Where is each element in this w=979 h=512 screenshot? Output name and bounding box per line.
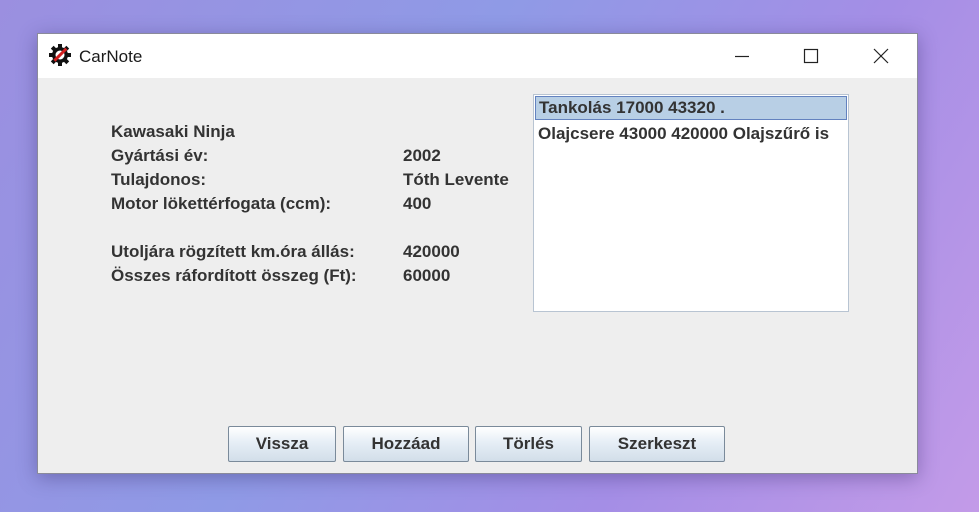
odometer-value: 420000 xyxy=(403,242,460,261)
close-button[interactable] xyxy=(858,34,904,78)
close-icon xyxy=(873,48,889,64)
owner-value: Tóth Levente xyxy=(403,170,509,189)
edit-button[interactable]: Szerkeszt xyxy=(589,426,725,462)
minimize-icon xyxy=(735,55,749,58)
app-window: CarNote Kawasaki Ninja Gyártási év: 2002… xyxy=(37,33,918,474)
maximize-button[interactable] xyxy=(788,34,834,78)
owner-label: Tulajdonos: xyxy=(111,170,207,189)
content-panel: Kawasaki Ninja Gyártási év: 2002 Tulajdo… xyxy=(38,78,917,473)
total-cost-value: 60000 xyxy=(403,266,451,285)
add-button[interactable]: Hozzáad xyxy=(343,426,469,462)
list-item[interactable]: Tankolás 17000 43320 . xyxy=(535,96,847,120)
window-title: CarNote xyxy=(79,47,143,66)
gear-wrench-icon xyxy=(48,43,72,67)
engine-value: 400 xyxy=(403,194,432,213)
odometer-label: Utoljára rögzített km.óra állás: xyxy=(111,242,355,261)
minimize-button[interactable] xyxy=(719,34,765,78)
engine-label: Motor lökettérfogata (ccm): xyxy=(111,194,332,213)
maximize-icon xyxy=(803,48,819,64)
delete-button[interactable]: Törlés xyxy=(475,426,582,462)
vehicle-name: Kawasaki Ninja xyxy=(111,122,235,141)
records-list[interactable]: Tankolás 17000 43320 . Olajcsere 43000 4… xyxy=(533,94,849,312)
year-label: Gyártási év: xyxy=(111,146,209,165)
year-value: 2002 xyxy=(403,146,441,165)
total-cost-label: Összes ráfordított összeg (Ft): xyxy=(111,266,357,285)
back-button[interactable]: Vissza xyxy=(228,426,336,462)
title-bar[interactable]: CarNote xyxy=(38,34,917,78)
list-item[interactable]: Olajcsere 43000 420000 Olajszűrő is xyxy=(535,122,847,146)
